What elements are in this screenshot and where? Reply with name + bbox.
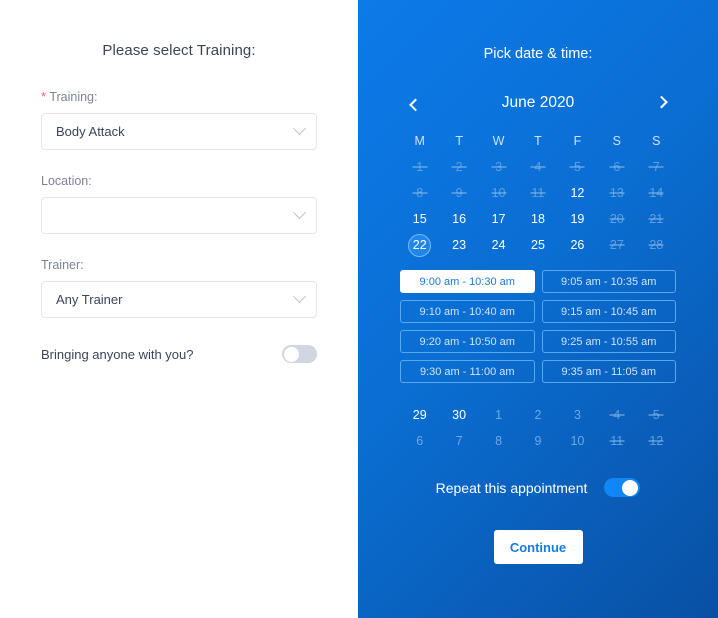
calendar-day-5: 5	[558, 154, 597, 180]
training-select[interactable]: Body Attack	[41, 113, 317, 150]
weekday-header-6: S	[637, 128, 676, 154]
time-slot-3[interactable]: 9:15 am - 10:45 am	[542, 300, 677, 323]
calendar-grid: MTWTFSS123456789101112131415161718192021…	[400, 128, 676, 258]
calendar-day-6: 6	[400, 428, 439, 454]
calendar-month-label: June 2020	[426, 94, 650, 112]
calendar-day-27: 27	[597, 232, 636, 258]
calendar-day-30[interactable]: 30	[439, 402, 478, 428]
time-slot-1[interactable]: 9:05 am - 10:35 am	[542, 270, 677, 293]
calendar-day-15[interactable]: 15	[400, 206, 439, 232]
toggle-knob	[622, 480, 638, 496]
calendar-day-14: 14	[637, 180, 676, 206]
calendar-day-12[interactable]: 12	[558, 180, 597, 206]
bringing-guest-label: Bringing anyone with you?	[41, 347, 194, 362]
training-selection-panel: Please select Training: * Training: Body…	[0, 0, 358, 618]
calendar-day-10: 10	[479, 180, 518, 206]
weekday-header-5: S	[597, 128, 636, 154]
trainer-label: Trainer:	[41, 257, 317, 273]
calendar-day-29[interactable]: 29	[400, 402, 439, 428]
time-slot-list[interactable]: 9:00 am - 10:30 am 9:05 am - 10:35 am 9:10…	[400, 270, 676, 390]
calendar-day-16[interactable]: 16	[439, 206, 478, 232]
repeat-appointment-label: Repeat this appointment	[436, 480, 588, 496]
bringing-guest-row: Bringing anyone with you?	[41, 345, 317, 363]
required-asterisk-icon: *	[41, 89, 46, 104]
calendar-day-22[interactable]: 22	[400, 232, 439, 258]
chevron-down-icon	[293, 122, 306, 135]
location-label: Location:	[41, 173, 317, 189]
time-slot-7[interactable]: 9:35 am - 11:05 am	[542, 360, 677, 383]
chevron-right-icon[interactable]	[650, 92, 672, 114]
calendar-grid-trailing: 2930123456789101112	[400, 402, 676, 454]
calendar-day-11: 11	[597, 428, 636, 454]
calendar-day-8: 8	[400, 180, 439, 206]
date-time-title: Pick date & time:	[358, 46, 718, 62]
calendar-day-3: 3	[479, 154, 518, 180]
calendar-day-8: 8	[479, 428, 518, 454]
time-slot-2[interactable]: 9:10 am - 10:40 am	[400, 300, 535, 323]
calendar-day-4: 4	[518, 154, 557, 180]
training-select-value: Body Attack	[56, 124, 295, 139]
field-group-training: * Training: Body Attack	[41, 89, 317, 150]
calendar-day-24[interactable]: 24	[479, 232, 518, 258]
training-label-text: Training:	[49, 90, 97, 104]
calendar-day-20: 20	[597, 206, 636, 232]
time-slot-4[interactable]: 9:20 am - 10:50 am	[400, 330, 535, 353]
location-select[interactable]	[41, 197, 317, 234]
chevron-down-icon	[293, 290, 306, 303]
weekday-header-4: F	[558, 128, 597, 154]
training-label: * Training:	[41, 89, 317, 105]
calendar-day-2: 2	[439, 154, 478, 180]
calendar-day-18[interactable]: 18	[518, 206, 557, 232]
repeat-appointment-toggle[interactable]	[604, 478, 640, 497]
weekday-header-1: T	[439, 128, 478, 154]
bringing-guest-toggle[interactable]	[282, 345, 317, 363]
date-time-panel: Pick date & time: June 2020 MTWTFSS12345…	[358, 0, 718, 618]
calendar-day-11: 11	[518, 180, 557, 206]
calendar-day-7: 7	[637, 154, 676, 180]
continue-button-wrap: Continue	[358, 530, 718, 564]
calendar-day-9: 9	[439, 180, 478, 206]
repeat-appointment-row: Repeat this appointment	[358, 478, 718, 497]
calendar-day-2: 2	[518, 402, 557, 428]
chevron-down-icon	[293, 206, 306, 219]
calendar-day-25[interactable]: 25	[518, 232, 557, 258]
calendar-header: June 2020	[404, 90, 672, 116]
weekday-header-3: T	[518, 128, 557, 154]
calendar-day-26[interactable]: 26	[558, 232, 597, 258]
calendar-day-label: 22	[413, 238, 427, 252]
calendar-day-21: 21	[637, 206, 676, 232]
calendar-day-17[interactable]: 17	[479, 206, 518, 232]
time-slot-5[interactable]: 9:25 am - 10:55 am	[542, 330, 677, 353]
field-group-location: Location:	[41, 173, 317, 234]
calendar-day-19[interactable]: 19	[558, 206, 597, 232]
calendar-day-12: 12	[637, 428, 676, 454]
calendar-day-13: 13	[597, 180, 636, 206]
time-slot-0[interactable]: 9:00 am - 10:30 am	[400, 270, 535, 293]
trainer-select-value: Any Trainer	[56, 292, 295, 307]
field-group-trainer: Trainer: Any Trainer	[41, 257, 317, 318]
calendar-day-3: 3	[558, 402, 597, 428]
calendar-day-6: 6	[597, 154, 636, 180]
calendar-day-10: 10	[558, 428, 597, 454]
trainer-select[interactable]: Any Trainer	[41, 281, 317, 318]
calendar-day-28: 28	[637, 232, 676, 258]
chevron-left-icon[interactable]	[404, 92, 426, 114]
calendar-day-4: 4	[597, 402, 636, 428]
continue-button[interactable]: Continue	[494, 530, 583, 564]
page-title: Please select Training:	[0, 42, 358, 59]
calendar-day-23[interactable]: 23	[439, 232, 478, 258]
appointment-booking-screen: Please select Training: * Training: Body…	[0, 0, 718, 618]
calendar-day-9: 9	[518, 428, 557, 454]
calendar-day-1: 1	[400, 154, 439, 180]
weekday-header-0: M	[400, 128, 439, 154]
toggle-knob	[284, 347, 299, 362]
calendar-day-7: 7	[439, 428, 478, 454]
calendar-day-5: 5	[637, 402, 676, 428]
calendar-day-1: 1	[479, 402, 518, 428]
weekday-header-2: W	[479, 128, 518, 154]
time-slot-6[interactable]: 9:30 am - 11:00 am	[400, 360, 535, 383]
